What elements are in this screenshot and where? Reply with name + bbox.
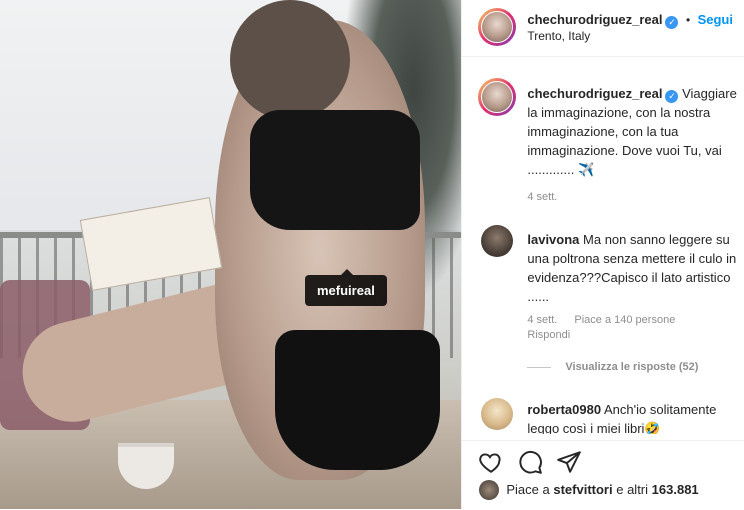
verified-badge-icon: ✓ [665,16,679,29]
post-caption: chechurodriguez_real ✓ Viaggiare la immag… [527,84,742,179]
follow-button[interactable]: Segui [698,12,733,27]
replies-divider [527,366,552,368]
post-photo[interactable]: mefuireal [0,0,462,509]
post-location[interactable]: Trento, Italy [527,29,590,43]
reply-button[interactable]: Rispondi [527,329,570,341]
photo-swimsuit-top [250,110,420,230]
paper-plane-icon[interactable] [556,449,582,475]
author-username[interactable]: chechurodriguez_real [527,12,662,27]
photo-swimsuit-bottom [275,330,440,470]
verified-badge-icon: ✓ [665,90,679,103]
post-actions [462,440,744,510]
view-replies-label: Visualizza le risposte (52) [565,361,699,373]
heart-icon[interactable] [478,449,504,475]
caption-time[interactable]: 4 sett. [527,191,557,203]
author-avatar[interactable] [478,8,517,46]
caption-avatar[interactable] [478,78,517,116]
likes-summary[interactable]: Piace a stefvittori e altri 163.881 [506,482,698,497]
post-header: chechurodriguez_real ✓ • Segui Trento, It… [462,0,744,57]
likes-connector: e altri [616,482,649,497]
comment-username[interactable]: roberta0980 [527,402,601,417]
likes-user[interactable]: stefvittori [553,482,612,497]
user-tag[interactable]: mefuireal [305,269,387,306]
comment-icon[interactable] [517,449,543,475]
caption-username[interactable]: chechurodriguez_real [527,86,662,101]
likes-prefix: Piace a [506,482,550,497]
comment-meta: 4 sett. Piace a 140 persone [527,314,675,326]
photo-hair [230,0,350,120]
comment-time[interactable]: 4 sett. [527,314,557,326]
comment-avatar[interactable] [481,398,514,430]
header-separator: • [685,13,691,27]
comment-avatar[interactable] [481,225,514,257]
post-sidebar: chechurodriguez_real ✓ • Segui Trento, It… [461,0,744,509]
comment-username[interactable]: lavivona [527,232,579,247]
comment-likes[interactable]: Piace a 140 persone [574,314,675,326]
comment: roberta0980 Anch'io solitamente leggo co… [527,400,739,434]
view-replies-button[interactable]: Visualizza le risposte (52) [527,361,698,373]
comment: lavivona Ma non sanno leggere su una pol… [527,230,739,306]
instagram-post: mefuireal chechurodriguez_real ✓ • Segui … [0,0,744,509]
likes-count[interactable]: 163.881 [652,482,699,497]
header-user-line: chechurodriguez_real ✓ • Segui [527,11,733,29]
